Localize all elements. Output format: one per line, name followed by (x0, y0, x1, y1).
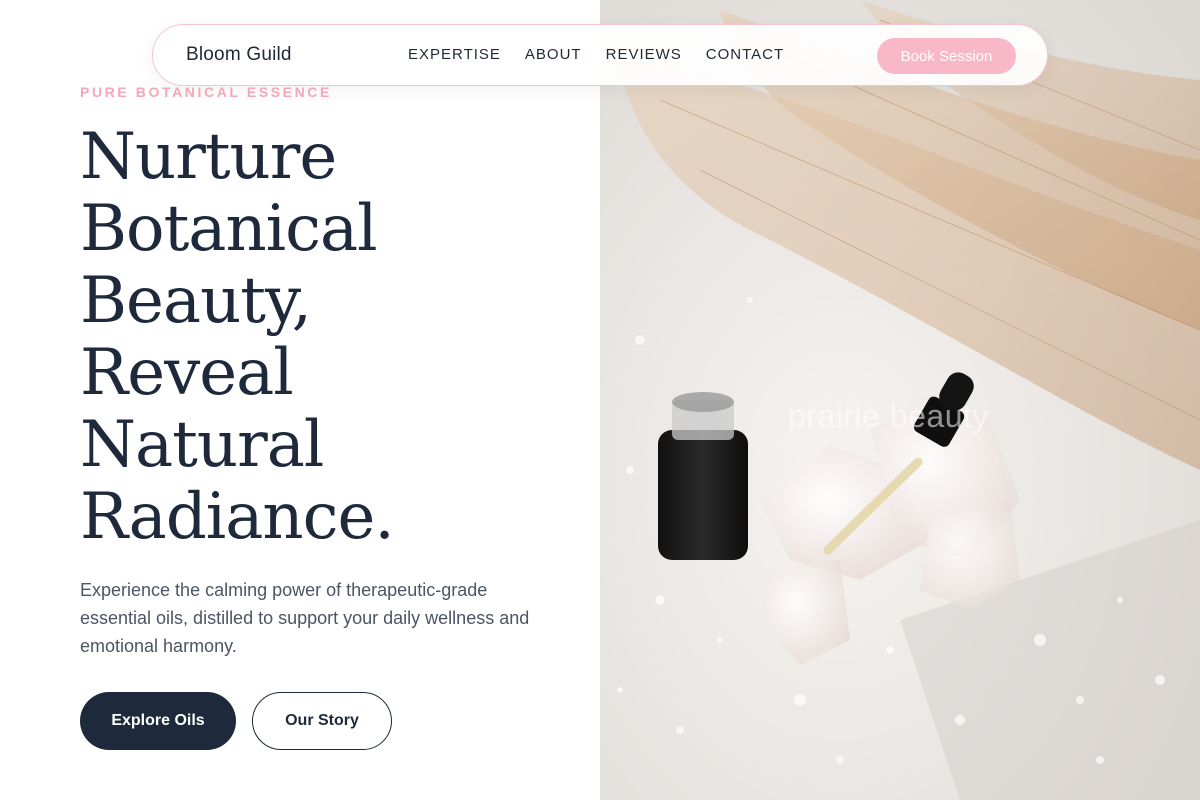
photo-watermark: prairie beauty (788, 398, 989, 434)
hero-eyebrow: PURE BOTANICAL ESSENCE (80, 84, 332, 100)
headline-line: Botanical (80, 192, 378, 266)
hero-image: prairie beauty (600, 0, 1200, 800)
hero-lead-text: Experience the calming power of therapeu… (80, 580, 530, 656)
headline-line: Reveal (80, 336, 294, 410)
nav-link-about[interactable]: ABOUT (525, 46, 582, 63)
explore-oils-button[interactable]: Explore Oils (80, 692, 236, 750)
nav-link-expertise[interactable]: EXPERTISE (408, 46, 501, 63)
headline-line: Radiance. (80, 480, 395, 554)
hero-headline: Nurture Botanical Beauty, Reveal Natural… (80, 121, 580, 553)
nav-links: EXPERTISE ABOUT REVIEWS CONTACT (408, 46, 784, 63)
nav-link-reviews[interactable]: REVIEWS (606, 46, 682, 63)
headline-line: Nurture (80, 120, 337, 194)
headline-line: Beauty, (80, 264, 312, 338)
our-story-button[interactable]: Our Story (252, 692, 392, 750)
nav-link-contact[interactable]: CONTACT (706, 46, 784, 63)
headline-line: Natural (80, 408, 324, 482)
book-session-button[interactable]: Book Session (877, 38, 1016, 74)
navbar: Bloom Guild EXPERTISE ABOUT REVIEWS CONT… (152, 24, 1048, 86)
page: prairie beauty Bloom Guild EXPERTISE ABO… (0, 0, 1200, 800)
brand-logo[interactable]: Bloom Guild (186, 44, 292, 66)
